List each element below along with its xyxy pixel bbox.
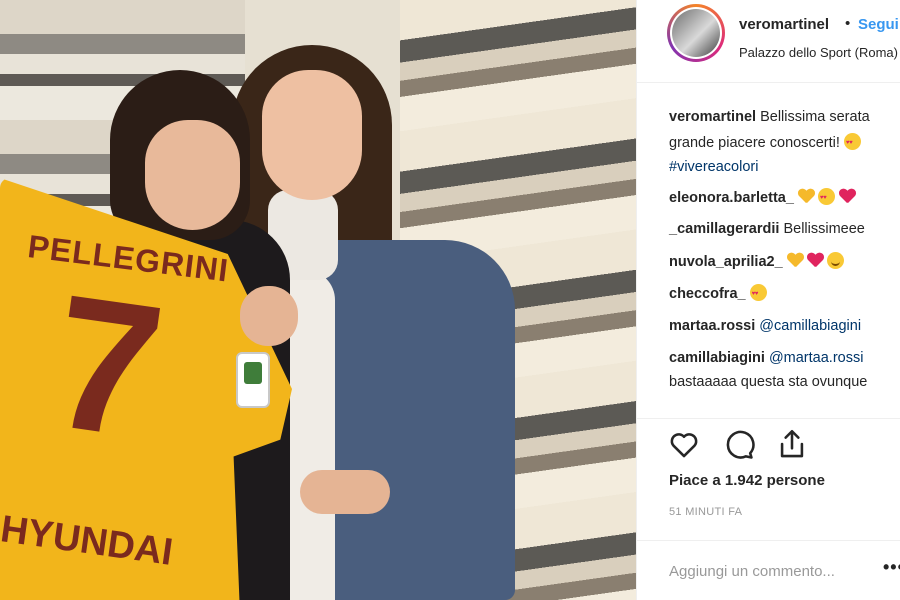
post-actions-bar [637,418,900,469]
yellow-heart-icon [787,253,803,269]
comment-item: martaa.rossi @camillabiagini [669,317,861,335]
person-right-face [262,70,362,200]
comment-username[interactable]: checcofra_ [669,286,746,302]
caption-username[interactable]: veromartinel [669,109,756,125]
post-photo[interactable]: PELLEGRINI 7 HYUNDAI [0,0,636,600]
hand-holding-jersey [240,286,298,346]
emoji-icon [843,133,861,152]
person-left-face [145,120,240,230]
comment-item: nuvola_aprilia2_ [669,252,844,271]
post-timestamp[interactable]: 51 MINUTI FA [669,506,742,518]
separator-dot: • [845,15,851,32]
post-username-link[interactable]: veromartinel [739,16,829,33]
comment-item: camillabiagini @martaa.rossi [669,349,863,367]
add-comment-bar: ••• [637,540,900,600]
location-link[interactable]: Palazzo dello Sport (Roma) [739,45,898,60]
avatar-image [672,9,720,57]
serie-a-patch [236,352,270,408]
comment-item: eleonora.barletta_ [669,188,855,207]
heart-eyes-emoji-icon [749,284,767,303]
comment-item: _camillagerardii Bellissimeee [669,220,865,238]
hashtag-link[interactable]: #vivereacolori [669,159,758,175]
share-icon[interactable] [775,427,809,461]
more-options-icon[interactable]: ••• [883,557,900,578]
red-heart-icon [807,253,823,269]
comment-mention[interactable]: @camillabiagini [759,318,861,334]
caption-line-1: veromartinel Bellissima serata [669,108,870,126]
comment-username[interactable]: eleonora.barletta_ [669,190,794,206]
post-side-panel: veromartinel • Segui Palazzo dello Sport… [636,0,900,600]
post-header: veromartinel • Segui Palazzo dello Sport… [637,0,900,83]
heart-eyes-emoji-icon [817,188,835,207]
red-heart-icon [839,189,855,205]
comment-text-line: bastaaaaa questa sta ovunque [669,374,868,390]
yellow-heart-icon [798,189,814,205]
story-ring[interactable] [667,4,725,62]
caption-line-2: grande piacere conoscerti! [669,133,861,152]
comment-username[interactable]: camillabiagini [669,350,765,366]
comment-mention[interactable]: @martaa.rossi [769,350,864,366]
hand-on-hip [300,470,390,514]
comment-username[interactable]: _camillagerardii [669,221,779,237]
comment-bubble-icon[interactable] [721,427,755,461]
comment-text: Bellissimeee [783,221,865,237]
add-comment-input[interactable] [669,559,879,583]
smiling-emoji-icon [826,252,844,269]
comment-item: checcofra_ [669,284,767,303]
caption-text-2: grande piacere conoscerti! [669,135,840,151]
heart-outline-icon[interactable] [667,427,701,461]
comment-username[interactable]: nuvola_aprilia2_ [669,254,783,270]
comment-username[interactable]: martaa.rossi [669,318,755,334]
likes-count[interactable]: Piace a 1.942 persone [669,472,825,489]
follow-button[interactable]: Segui [858,16,899,33]
avatar[interactable] [670,7,722,59]
caption-text: Bellissima serata [760,109,870,125]
caption-line-3: #vivereacolori [669,158,758,176]
